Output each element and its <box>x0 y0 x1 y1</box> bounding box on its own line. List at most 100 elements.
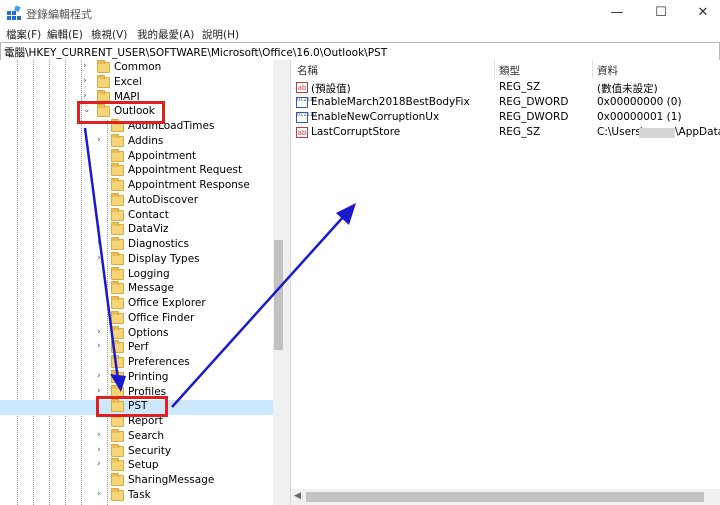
folder-icon <box>111 355 124 368</box>
values-horizontal-scrollbar[interactable]: ◀ <box>291 489 720 505</box>
key-tree[interactable]: › Common › Excel › MAPI ⌄ Outlook AddInLoadTimes… <box>0 60 284 505</box>
tree-node[interactable]: AutoDiscover <box>0 192 273 209</box>
tree-node[interactable]: SharingMessage <box>0 473 273 489</box>
folder-icon <box>111 473 124 486</box>
tree-node[interactable]: Office Explorer <box>0 296 273 312</box>
folder-icon <box>111 414 124 427</box>
tree-node[interactable]: › Printing <box>0 369 273 386</box>
outlook-highlight-box <box>77 101 165 124</box>
value-type: REG_SZ <box>499 81 541 93</box>
value-name: EnableMarch2018BestBodyFix <box>311 96 470 108</box>
tree-node[interactable]: Appointment Response <box>0 178 273 194</box>
tree-scrollbar[interactable] <box>273 60 284 505</box>
close-button[interactable]: ✕ <box>686 0 720 26</box>
menu-bar: 檔案(F) 編輯(E) 檢視(V) 我的最愛(A) 說明(H) <box>0 26 720 42</box>
value-data: 0x00000001 (1) <box>597 111 682 123</box>
folder-icon <box>111 222 124 236</box>
column-header-type[interactable]: 類型 <box>499 63 520 78</box>
tree-scrollbar-thumb[interactable] <box>274 240 283 350</box>
chevron-right-icon[interactable]: › <box>97 135 101 145</box>
menu-edit[interactable]: 編輯(E) <box>47 27 83 42</box>
address-bar[interactable]: 電腦\HKEY_CURRENT_USER\SOFTWARE\Microsoft\… <box>0 42 720 61</box>
chevron-right-icon[interactable]: › <box>97 238 101 248</box>
chevron-right-icon[interactable]: › <box>97 386 101 396</box>
tree-node-label: Contact <box>128 208 169 221</box>
tree-node[interactable]: Report <box>0 414 273 430</box>
tree-node-label: SharingMessage <box>128 474 215 486</box>
tree-node-label: Office Finder <box>128 311 195 324</box>
minimize-button[interactable]: — <box>600 0 634 26</box>
chevron-right-icon[interactable]: › <box>97 489 101 499</box>
tree-node[interactable]: › Diagnostics <box>0 237 273 253</box>
chevron-right-icon[interactable]: › <box>83 61 87 71</box>
chevron-right-icon[interactable]: › <box>97 445 101 455</box>
tree-node[interactable]: › Addins <box>0 133 273 150</box>
tree-node[interactable]: › DataViz <box>0 222 273 238</box>
registry-editor-icon <box>7 6 21 20</box>
chevron-right-icon[interactable]: › <box>97 371 101 381</box>
horizontal-scrollbar-thumb[interactable] <box>306 492 704 502</box>
column-separator[interactable] <box>592 60 593 78</box>
value-data: 0x00000000 (0) <box>597 96 682 108</box>
value-type: REG_DWORD <box>499 111 569 123</box>
menu-help[interactable]: 說明(H) <box>202 27 239 42</box>
maximize-button[interactable]: ☐ <box>644 0 678 26</box>
tree-node[interactable]: › Common <box>0 60 273 76</box>
chevron-right-icon[interactable]: › <box>97 430 101 440</box>
tree-node[interactable]: › Security <box>0 443 273 460</box>
tree-node-label: Appointment Response <box>128 179 250 191</box>
tree-node-label: Printing <box>128 370 169 383</box>
chevron-right-icon[interactable]: › <box>97 253 101 263</box>
values-list[interactable]: 名稱 類型 資料 ab (預設值) REG_SZ (數值未設定) 011110 Enabl… <box>291 60 720 505</box>
tree-node-label: Excel <box>114 75 142 88</box>
chevron-right-icon[interactable]: › <box>97 327 101 337</box>
tree-node[interactable]: › Display Types <box>0 251 273 268</box>
tree-node[interactable]: › Task <box>0 487 273 504</box>
chevron-right-icon[interactable]: › <box>83 91 87 101</box>
folder-icon <box>111 310 124 324</box>
tree-node-label: Office Explorer <box>128 297 206 309</box>
value-name: (預設值) <box>311 83 351 95</box>
window-title: 登錄編輯程式 <box>26 8 92 21</box>
value-name: EnableNewCorruptionUx <box>311 111 440 123</box>
menu-favorites[interactable]: 我的最愛(A) <box>137 27 194 42</box>
scroll-left-icon[interactable]: ◀ <box>294 491 301 501</box>
tree-node[interactable]: › Excel <box>0 74 273 91</box>
tree-node[interactable]: › Setup <box>0 458 273 474</box>
tree-node[interactable]: Appointment Request <box>0 163 273 179</box>
chevron-right-icon[interactable]: › <box>97 223 101 233</box>
tree-node[interactable]: › Perf <box>0 340 273 356</box>
chevron-right-icon[interactable]: › <box>97 459 101 469</box>
tree-node[interactable]: Message <box>0 281 273 297</box>
column-header-data[interactable]: 資料 <box>597 63 618 78</box>
string-value-icon: ab <box>296 82 308 93</box>
value-row[interactable]: ab (預設值) REG_SZ (數值未設定) <box>291 81 720 96</box>
tree-node[interactable]: Logging <box>0 266 273 283</box>
title-bar: 登錄編輯程式 — ☐ ✕ <box>0 0 720 26</box>
tree-node[interactable]: Appointment <box>0 148 273 165</box>
chevron-right-icon[interactable]: › <box>83 76 87 86</box>
tree-node[interactable]: › Options <box>0 325 273 342</box>
redacted-username <box>639 128 675 138</box>
tree-node[interactable]: Office Finder <box>0 310 273 327</box>
folder-icon <box>111 251 124 265</box>
tree-node-label: Appointment Request <box>128 164 243 177</box>
tree-node[interactable]: › Search <box>0 428 273 445</box>
value-row[interactable]: 011110 EnableMarch2018BestBodyFix REG_DWOR… <box>291 96 720 111</box>
tree-node[interactable]: Preferences <box>0 355 273 371</box>
column-separator[interactable] <box>494 60 495 78</box>
menu-view[interactable]: 檢視(V) <box>91 27 127 42</box>
value-row[interactable]: 011110 EnableNewCorruptionUx REG_DWORD 0x00… <box>291 111 720 126</box>
column-header-name[interactable]: 名稱 <box>297 63 318 78</box>
value-row[interactable]: ab LastCorruptStore REG_SZ C:\Users\ \AppDat… <box>291 126 720 141</box>
folder-icon <box>111 296 124 309</box>
binary-value-icon: 011110 <box>296 97 316 108</box>
value-type: REG_SZ <box>499 126 541 138</box>
value-data-prefix: C:\Users\ <box>597 126 645 138</box>
tree-node-label: Perf <box>128 341 149 354</box>
chevron-right-icon[interactable]: › <box>97 341 101 351</box>
pst-highlight-box <box>96 396 168 417</box>
menu-file[interactable]: 檔案(F) <box>6 27 41 42</box>
tree-node[interactable]: Contact <box>0 207 273 224</box>
pane-splitter[interactable] <box>284 60 291 505</box>
